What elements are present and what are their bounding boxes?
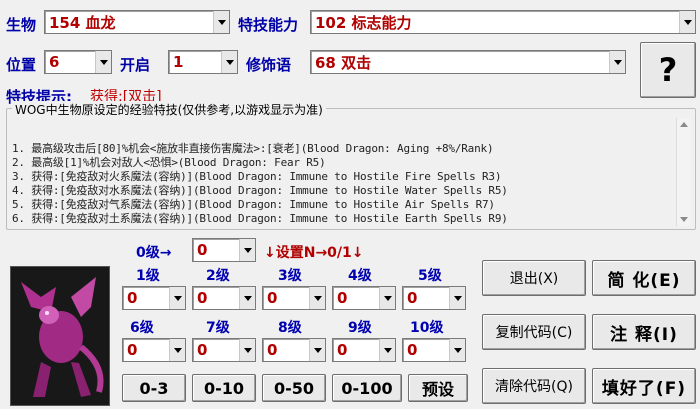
scroll-up-icon[interactable] [680, 122, 688, 127]
creature-label: 生物 [6, 16, 37, 34]
chevron-down-icon[interactable] [213, 11, 229, 33]
modifier-label: 修饰语 [246, 56, 292, 74]
ability-select[interactable]: 102 标志能力 [310, 10, 696, 34]
modifier-select[interactable]: 68 双击 [310, 50, 626, 74]
range-0-10-button[interactable]: 0-10 [192, 374, 256, 402]
annotate-button[interactable]: 注 释(I) [592, 314, 696, 350]
level2-label: 2级 [206, 268, 230, 284]
level5-select[interactable]: 0 [402, 286, 466, 310]
level10-value: 0 [407, 341, 418, 359]
chevron-down-icon[interactable] [379, 339, 395, 361]
level4-value: 0 [337, 289, 348, 307]
level1-label: 1级 [136, 268, 160, 284]
chevron-down-icon[interactable] [309, 287, 325, 309]
level2-select[interactable]: 0 [192, 286, 256, 310]
position-value: 6 [49, 53, 60, 71]
chevron-down-icon[interactable] [379, 287, 395, 309]
clear-code-button[interactable]: 清除代码(Q) [482, 368, 586, 404]
level4-label: 4级 [348, 268, 372, 284]
preset-button[interactable]: 预设 [408, 374, 468, 402]
done-button[interactable]: 填好了(F) [592, 368, 696, 404]
level9-select[interactable]: 0 [332, 338, 396, 362]
level8-select[interactable]: 0 [262, 338, 326, 362]
level9-label: 9级 [348, 320, 372, 336]
level10-label: 10级 [410, 320, 444, 336]
position-label: 位置 [6, 56, 37, 74]
range-0-3-button[interactable]: 0-3 [122, 374, 186, 402]
enable-select[interactable]: 1 [168, 50, 238, 74]
level7-label: 7级 [206, 320, 230, 336]
chevron-down-icon[interactable] [221, 51, 237, 73]
level2-value: 0 [197, 289, 208, 307]
level3-value: 0 [267, 289, 278, 307]
exit-button[interactable]: 退出(X) [482, 260, 586, 296]
level6-value: 0 [127, 341, 138, 359]
list-item: 6. 获得:[免疫敌对土系魔法(容纳)](Blood Dragon: Immun… [12, 212, 508, 225]
vertical-scrollbar[interactable] [676, 118, 690, 226]
help-button[interactable]: ? [640, 42, 696, 98]
level0-label: 0级→ [136, 245, 172, 261]
ability-label: 特技能力 [238, 16, 299, 34]
level1-select[interactable]: 0 [122, 286, 186, 310]
chevron-down-icon[interactable] [169, 287, 185, 309]
level3-select[interactable]: 0 [262, 286, 326, 310]
level10-select[interactable]: 0 [402, 338, 466, 362]
level0-value: 0 [197, 241, 208, 259]
range-0-50-button[interactable]: 0-50 [262, 374, 326, 402]
hint-list[interactable]: 1. 最高级攻击后[80]%机会<施放非直接伤害魔法>:[衰老](Blood D… [8, 116, 690, 228]
level5-label: 5级 [418, 268, 442, 284]
enable-label: 开启 [120, 56, 151, 74]
level5-value: 0 [407, 289, 418, 307]
level0-select[interactable]: 0 [192, 238, 256, 262]
scroll-down-icon[interactable] [680, 217, 688, 222]
creature-value: 154 血龙 [49, 13, 116, 32]
creature-portrait [10, 266, 110, 406]
chevron-down-icon[interactable] [95, 51, 111, 73]
position-select[interactable]: 6 [44, 50, 112, 74]
chevron-down-icon[interactable] [239, 287, 255, 309]
level9-value: 0 [337, 341, 348, 359]
modifier-value: 68 双击 [315, 53, 372, 72]
chevron-down-icon[interactable] [449, 339, 465, 361]
copy-code-button[interactable]: 复制代码(C) [482, 314, 586, 350]
level8-value: 0 [267, 341, 278, 359]
level3-label: 3级 [278, 268, 302, 284]
chevron-down-icon[interactable] [449, 287, 465, 309]
creature-select[interactable]: 154 血龙 [44, 10, 230, 34]
level4-select[interactable]: 0 [332, 286, 396, 310]
level6-label: 6级 [130, 320, 154, 336]
set-n-hint: ↓设置N→0/1↓ [264, 245, 364, 261]
enable-value: 1 [173, 53, 184, 71]
level6-select[interactable]: 0 [122, 338, 186, 362]
chevron-down-icon[interactable] [679, 11, 695, 33]
level7-select[interactable]: 0 [192, 338, 256, 362]
level8-label: 8级 [278, 320, 302, 336]
chevron-down-icon[interactable] [239, 239, 255, 261]
ability-value: 102 标志能力 [315, 13, 412, 32]
level7-value: 0 [197, 341, 208, 359]
chevron-down-icon[interactable] [309, 339, 325, 361]
blood-dragon-image [11, 267, 109, 405]
simplify-button[interactable]: 简 化(E) [592, 260, 696, 296]
chevron-down-icon[interactable] [169, 339, 185, 361]
range-0-100-button[interactable]: 0-100 [332, 374, 402, 402]
chevron-down-icon[interactable] [609, 51, 625, 73]
chevron-down-icon[interactable] [239, 339, 255, 361]
level1-value: 0 [127, 289, 138, 307]
